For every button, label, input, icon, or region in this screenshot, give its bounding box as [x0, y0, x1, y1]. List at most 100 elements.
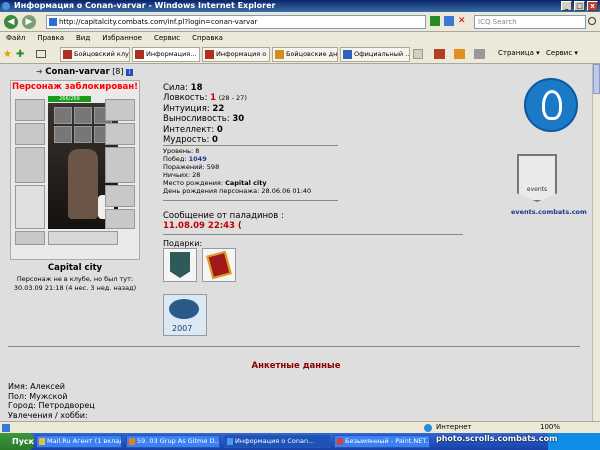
weapon-slot[interactable] [15, 147, 45, 183]
paint-icon [337, 438, 343, 445]
status-bar: Интернет 100% [0, 421, 600, 433]
events-link[interactable]: events.combats.com [511, 208, 587, 216]
watermark: photo.scrolls.combats.com [436, 434, 558, 443]
task-music[interactable]: 59. 03 Grup As Gitme D... [126, 435, 220, 448]
feeds-icon[interactable] [454, 49, 465, 59]
gift-box[interactable] [202, 248, 236, 282]
info-value: 8 [195, 147, 200, 155]
compatibility-icon[interactable] [430, 16, 440, 26]
info-row: Место рождения: Capital city [163, 179, 363, 187]
done-icon [2, 424, 10, 432]
search-placeholder: ICQ Search [478, 18, 517, 26]
menu-edit[interactable]: Правка [37, 34, 64, 42]
music-icon [129, 438, 135, 445]
shield-slot[interactable] [105, 147, 135, 183]
tab-icon [205, 50, 214, 59]
tab-icon [135, 50, 144, 59]
ring-slot[interactable] [74, 107, 92, 124]
boots-slot[interactable] [105, 209, 135, 229]
tab-info-active[interactable]: Информация... [132, 47, 200, 62]
search-icon[interactable] [588, 17, 596, 25]
start-button[interactable]: Пуск [0, 433, 34, 450]
belt-slot[interactable] [15, 231, 45, 245]
tab-battle-days[interactable]: Бойцовские дн... [272, 47, 338, 62]
events-banner-text: events [526, 186, 548, 193]
ring-slot[interactable] [74, 126, 92, 143]
stats-block: Сила: 18 Ловкость: 1 (28 - 27) Интуиция:… [163, 83, 323, 145]
task-label: 59. 03 Grup As Gitme D... [137, 437, 220, 445]
tools-menu[interactable]: Сервис ▾ [546, 49, 578, 57]
minimize-button[interactable]: _ [561, 1, 572, 11]
tab-official[interactable]: Официальный ... [340, 47, 410, 62]
address-bar[interactable]: http://capitalcity.combats.com/inf.pl?lo… [46, 15, 426, 29]
search-input[interactable]: ICQ Search [474, 15, 586, 29]
new-tab-icon[interactable] [413, 49, 423, 59]
menu-bar: Файл Правка Вид Избранное Сервис Справка [0, 32, 600, 44]
profile-label: Увлечения / хобби: [8, 410, 88, 420]
task-ie[interactable]: Информация о Conan... [224, 435, 330, 448]
stat-value: 0 [216, 124, 223, 135]
clan-emblem[interactable] [524, 78, 578, 132]
stat-row: Интуиция: 22 [163, 104, 323, 114]
armor-slot[interactable] [15, 185, 45, 229]
profile-value: Петродворец [38, 401, 95, 410]
tab-info[interactable]: Информация о ... [202, 47, 270, 62]
tab-icon [63, 50, 72, 59]
task-label: Mail.Ru Агент (1 вкладка) [47, 437, 121, 445]
character-header: ➜ Conan-varvar [8] i [36, 67, 166, 79]
last-seen-date: 30.03.09 21:18 (4 нес. 3 нед. назад) [13, 283, 137, 292]
info-label: Поражений: [163, 163, 205, 172]
character-level: [8] [112, 67, 124, 76]
home-icon[interactable] [434, 49, 445, 59]
globe-icon [424, 424, 432, 432]
gift-banner[interactable] [163, 248, 197, 282]
earring-slot[interactable] [105, 99, 135, 121]
menu-favorites[interactable]: Избранное [102, 34, 142, 42]
add-favorite-icon[interactable]: ✚ [16, 49, 24, 60]
maximize-button[interactable]: □ [574, 1, 585, 11]
leggings-slot[interactable] [105, 185, 135, 207]
events-banner-icon[interactable]: events [517, 154, 557, 202]
profile-row: Город: Петродворец [8, 401, 208, 411]
tab-label: Официальный ... [354, 50, 410, 58]
tab-fight-club[interactable]: Бойцовский клуб [60, 47, 130, 62]
print-icon[interactable] [474, 49, 485, 59]
menu-file[interactable]: Файл [6, 34, 25, 42]
zoom-level[interactable]: 100% [540, 422, 560, 433]
ie-icon [2, 2, 10, 10]
scroll-thumb[interactable] [593, 64, 600, 94]
menu-view[interactable]: Вид [76, 34, 90, 42]
profile-row: Имя: Алексей [8, 382, 208, 392]
last-seen-block: Персонаж не в клубе, но был тут: 30.03.0… [6, 275, 144, 292]
offline-note: Персонаж не в клубе, но был тут: [16, 275, 134, 283]
info-row: Побед: 1049 [163, 155, 363, 163]
back-arrow-icon[interactable]: ◀ [4, 15, 18, 29]
profile-row: Пол: Мужской [8, 392, 208, 402]
stop-icon[interactable]: ✕ [458, 16, 468, 26]
stat-label: Ловкость: [163, 93, 208, 104]
vertical-scrollbar[interactable] [592, 64, 600, 421]
profile-value: Мужской [29, 391, 68, 401]
quick-tabs-icon[interactable] [36, 50, 46, 58]
amulet-slot[interactable] [15, 123, 45, 145]
close-button[interactable]: x [587, 1, 598, 11]
stat-value: 22 [212, 103, 225, 114]
gift-card-2007[interactable]: 2007 [163, 294, 207, 336]
menu-tools[interactable]: Сервис [154, 34, 180, 42]
refresh-icon[interactable] [444, 16, 454, 26]
info-icon[interactable]: i [126, 69, 134, 76]
stat-row: Сила: 18 [163, 83, 323, 93]
ie-icon [227, 438, 233, 445]
info-label: День рождения персонажа: [163, 187, 260, 196]
gift-box-icon [206, 250, 232, 280]
ring-slot[interactable] [54, 126, 72, 143]
forward-arrow-icon[interactable]: ▶ [22, 15, 36, 29]
task-paint[interactable]: Безымянный - Paint.NET... [334, 435, 430, 448]
ring-slot[interactable] [54, 107, 72, 124]
menu-help[interactable]: Справка [192, 34, 223, 42]
page-menu[interactable]: Страница ▾ [498, 49, 540, 57]
gloves-slot[interactable] [105, 123, 135, 145]
helmet-slot[interactable] [15, 99, 45, 121]
task-mailru[interactable]: Mail.Ru Агент (1 вкладка) [36, 435, 122, 448]
favorites-star-icon[interactable]: ★ [3, 49, 12, 60]
